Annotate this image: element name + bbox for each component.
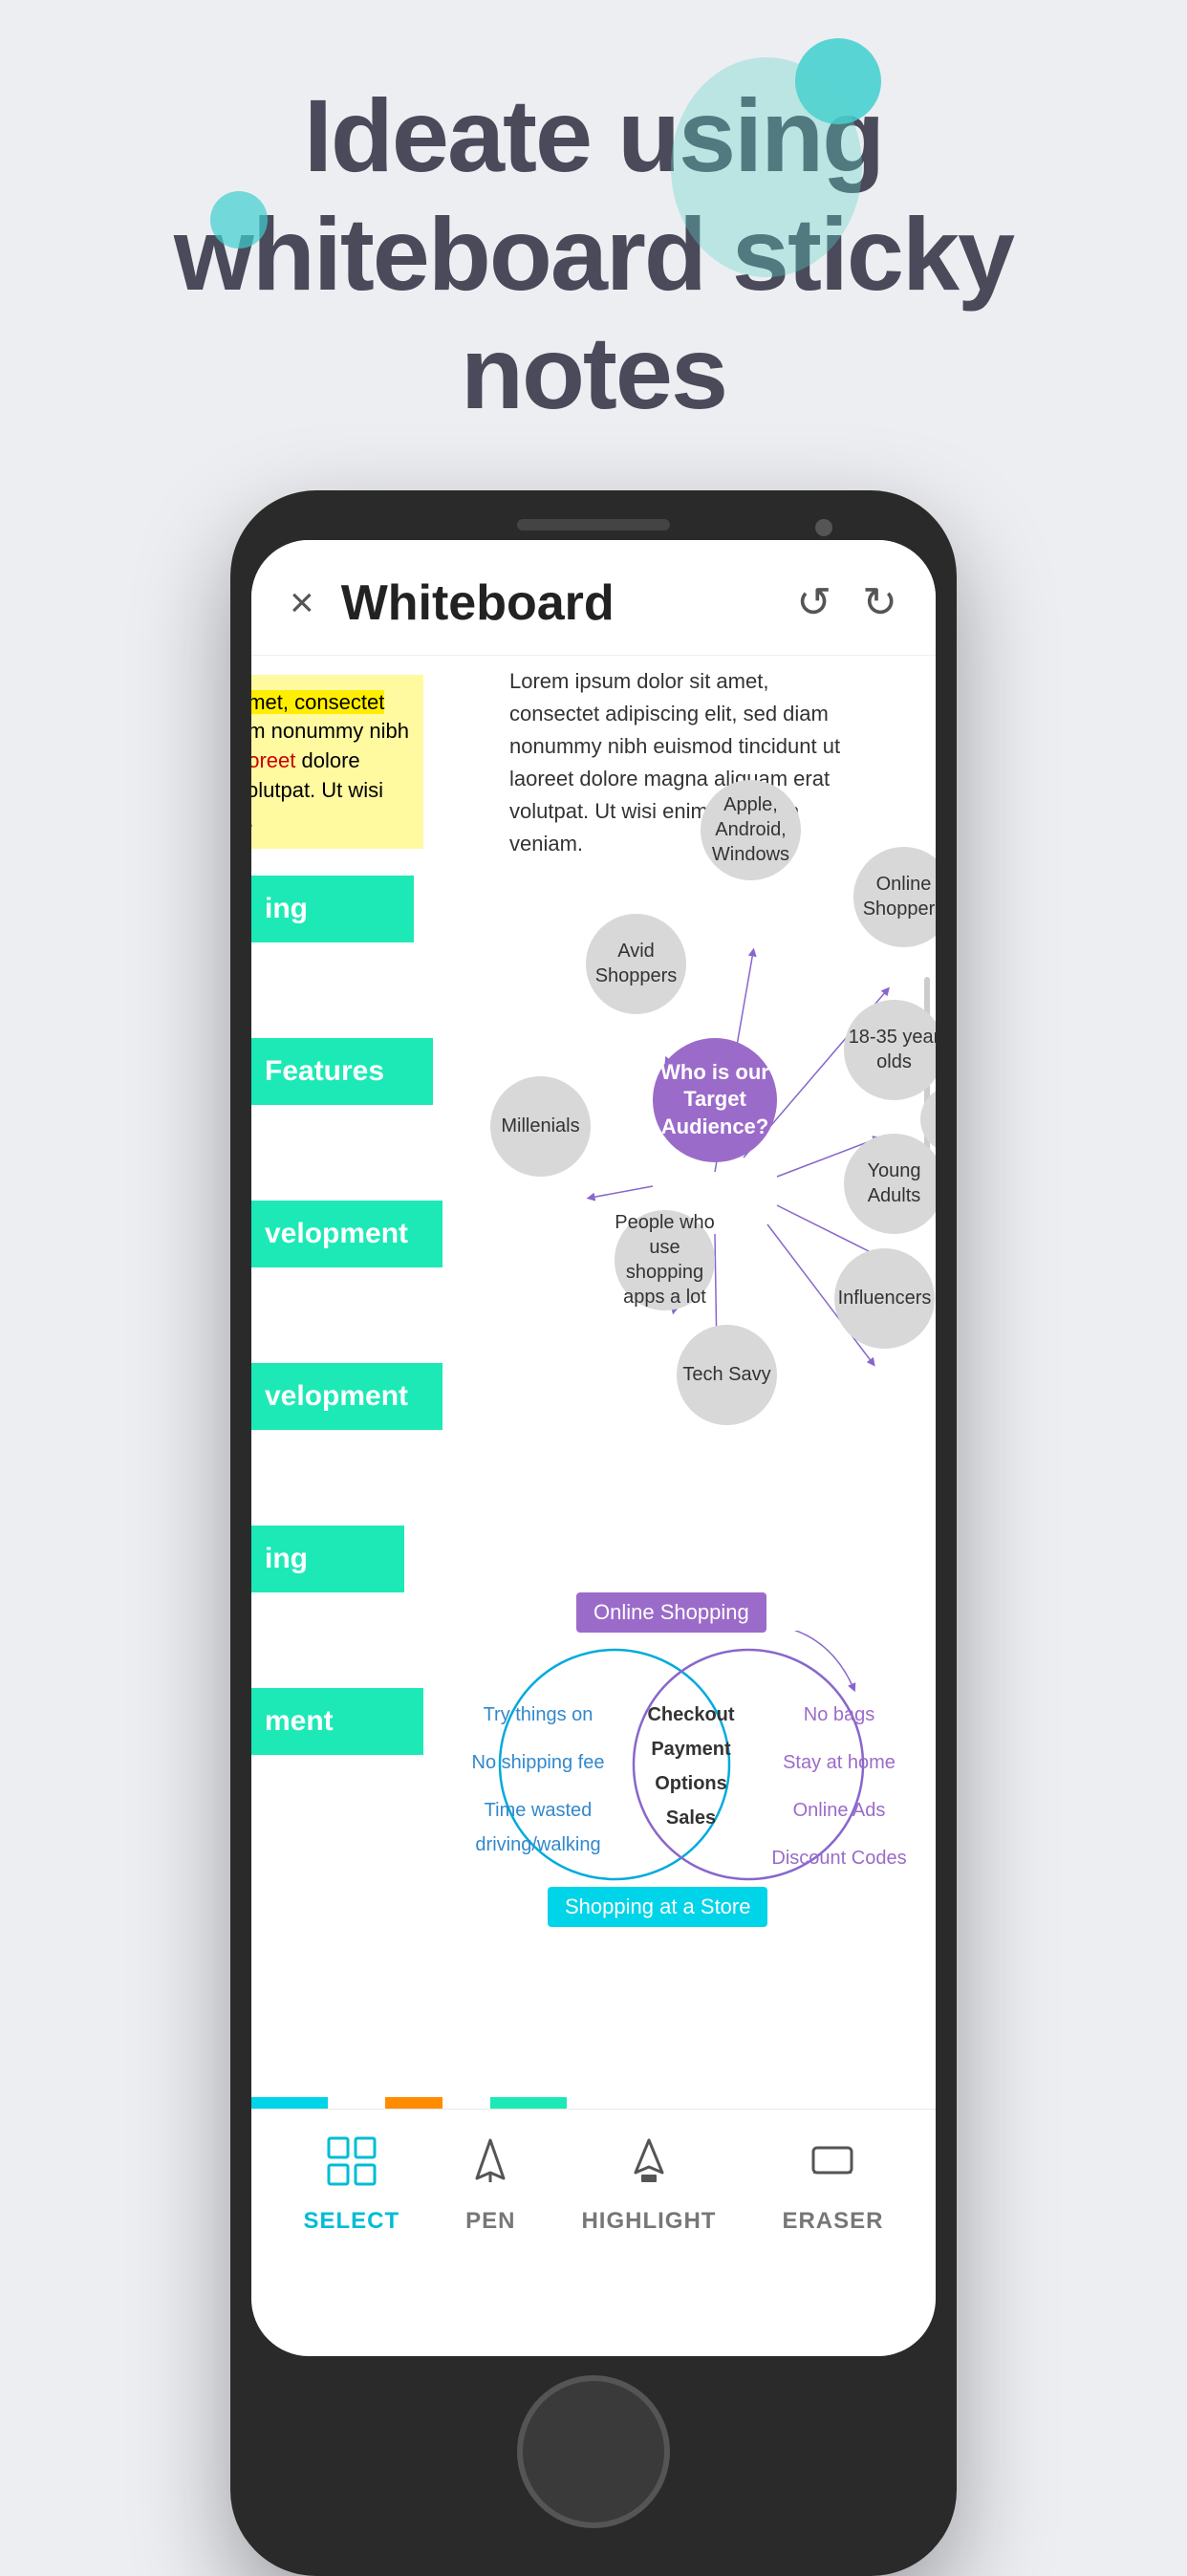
app-header-left: × Whiteboard — [290, 574, 615, 632]
mind-node-influencers[interactable]: Influencers — [834, 1248, 935, 1349]
bar-orange — [385, 2097, 442, 2109]
mind-map[interactable]: Who is our Target Audience? Apple, Andro… — [462, 770, 936, 1583]
phone-camera — [815, 519, 832, 536]
venn-label-store: Shopping at a Store — [548, 1887, 767, 1927]
venn-right-text: No bags Stay at home Online Ads Discount… — [767, 1698, 911, 1875]
sticky-text1: um nonummy nibh — [251, 719, 409, 743]
venn-diagram[interactable]: Online Shopping Try things on — [452, 1592, 920, 1927]
phone-outer: × Whiteboard ↺ ↻ amet, consectet um nonu… — [230, 490, 957, 2576]
mind-node-millenials[interactable]: Millenials — [490, 1076, 591, 1177]
venn-left-text: Try things on No shipping fee Time waste… — [462, 1698, 615, 1862]
nav-select-label: SELECT — [303, 2208, 399, 2235]
nav-pen[interactable]: PEN — [465, 2136, 515, 2235]
nav-highlight-label: HIGHLIGHT — [581, 2208, 716, 2235]
venn-center-text: Checkout Payment Options Sales — [634, 1698, 748, 1835]
teal-label-2[interactable]: Features — [251, 1038, 433, 1105]
hero-title: Ideate using whiteboard sticky notes — [174, 76, 1013, 433]
mind-node-apple[interactable]: Apple, Android, Windows — [701, 780, 801, 880]
teal-label-5[interactable]: ing — [251, 1526, 404, 1592]
teal-label-1[interactable]: ing — [251, 876, 414, 942]
eraser-icon — [808, 2136, 857, 2198]
left-sidebar: amet, consectet um nonummy nibh aoreet d… — [251, 656, 442, 2262]
teal-label-4[interactable]: velopment — [251, 1363, 442, 1430]
phone-speaker — [517, 519, 670, 530]
bar-green — [490, 2097, 567, 2109]
phone-mockup: × Whiteboard ↺ ↻ amet, consectet um nonu… — [230, 490, 957, 2576]
sticky-text4: volutpat. Ut wisi — [251, 778, 383, 802]
bottom-nav: SELECT PEN — [251, 2109, 936, 2262]
hero-section: Ideate using whiteboard sticky notes — [0, 0, 1187, 490]
redo-icon[interactable]: ↻ — [862, 578, 897, 627]
mind-node-tech[interactable]: Tech Savy — [677, 1325, 777, 1425]
nav-select[interactable]: SELECT — [303, 2136, 399, 2235]
bar-gap1 — [328, 2097, 385, 2109]
mind-node-young[interactable]: Young Adults — [844, 1134, 936, 1234]
bar-teal — [251, 2097, 328, 2109]
app-header: × Whiteboard ↺ ↻ — [251, 540, 936, 656]
close-button[interactable]: × — [290, 582, 314, 624]
teal-label-3[interactable]: velopment — [251, 1201, 442, 1267]
highlight-icon — [624, 2136, 674, 2198]
mind-map-center[interactable]: Who is our Target Audience? — [653, 1038, 777, 1162]
mind-node-people[interactable]: People who use shopping apps a lot — [615, 1210, 715, 1310]
nav-eraser[interactable]: ERASER — [782, 2136, 883, 2235]
nav-pen-label: PEN — [465, 2208, 515, 2235]
pen-icon — [465, 2136, 515, 2198]
bar-gap2 — [442, 2097, 490, 2109]
header-icons: ↺ ↻ — [796, 578, 897, 627]
nav-eraser-label: ERASER — [782, 2208, 883, 2235]
phone-home-button[interactable] — [517, 2375, 670, 2528]
app-title: Whiteboard — [341, 574, 615, 632]
sticky-text2: aoreet — [251, 748, 295, 772]
teal-label-6[interactable]: ment — [251, 1688, 423, 1755]
bubble-decoration-bg — [671, 57, 862, 277]
nav-highlight[interactable]: HIGHLIGHT — [581, 2136, 716, 2235]
sticky-highlight: amet, consectet — [251, 690, 384, 714]
select-icon — [327, 2136, 377, 2198]
bottom-bars — [251, 2097, 936, 2109]
venn-label-online: Online Shopping — [576, 1592, 766, 1633]
sticky-note-yellow[interactable]: amet, consectet um nonummy nibh aoreet d… — [251, 675, 423, 849]
bubble-decoration-medium — [210, 191, 268, 249]
undo-icon[interactable]: ↺ — [796, 578, 831, 627]
mind-node-avid[interactable]: Avid Shoppers — [586, 914, 686, 1014]
sticky-text5: h. — [251, 808, 253, 832]
phone-screen: × Whiteboard ↺ ↻ amet, consectet um nonu… — [251, 540, 936, 2356]
whiteboard-area[interactable]: amet, consectet um nonummy nibh aoreet d… — [251, 656, 936, 2262]
mind-node-18-35[interactable]: 18-35 year olds — [844, 1000, 936, 1100]
sticky-text3: dolore — [295, 748, 359, 772]
